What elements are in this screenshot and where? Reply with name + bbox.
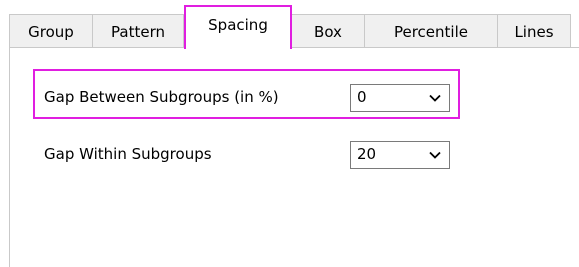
- tab-box[interactable]: Box: [291, 14, 365, 48]
- gap-within-dropdown[interactable]: 20: [350, 141, 450, 169]
- tab-lines[interactable]: Lines: [497, 14, 571, 48]
- gap-between-label: Gap Between Subgroups (in %): [44, 88, 279, 106]
- tab-label: Box: [314, 22, 342, 41]
- tab-label: Pattern: [111, 22, 165, 41]
- tab-label: Percentile: [393, 22, 468, 41]
- gap-within-label: Gap Within Subgroups: [44, 145, 212, 163]
- gap-between-dropdown[interactable]: 0: [350, 84, 450, 112]
- tab-spacing[interactable]: Spacing: [184, 5, 292, 49]
- tab-label: Group: [28, 22, 74, 41]
- gap-within-value: 20: [357, 145, 377, 163]
- tab-label: Spacing: [208, 16, 268, 34]
- gap-between-value: 0: [357, 88, 367, 106]
- tab-group[interactable]: Group: [9, 14, 93, 48]
- tab-percentile[interactable]: Percentile: [364, 14, 498, 48]
- chevron-down-icon: [429, 151, 441, 159]
- chevron-down-icon: [429, 94, 441, 102]
- tab-strip: Group Pattern Box Percentile Lines Spaci…: [0, 0, 579, 49]
- tab-pattern[interactable]: Pattern: [92, 14, 184, 48]
- tab-label: Lines: [514, 22, 554, 41]
